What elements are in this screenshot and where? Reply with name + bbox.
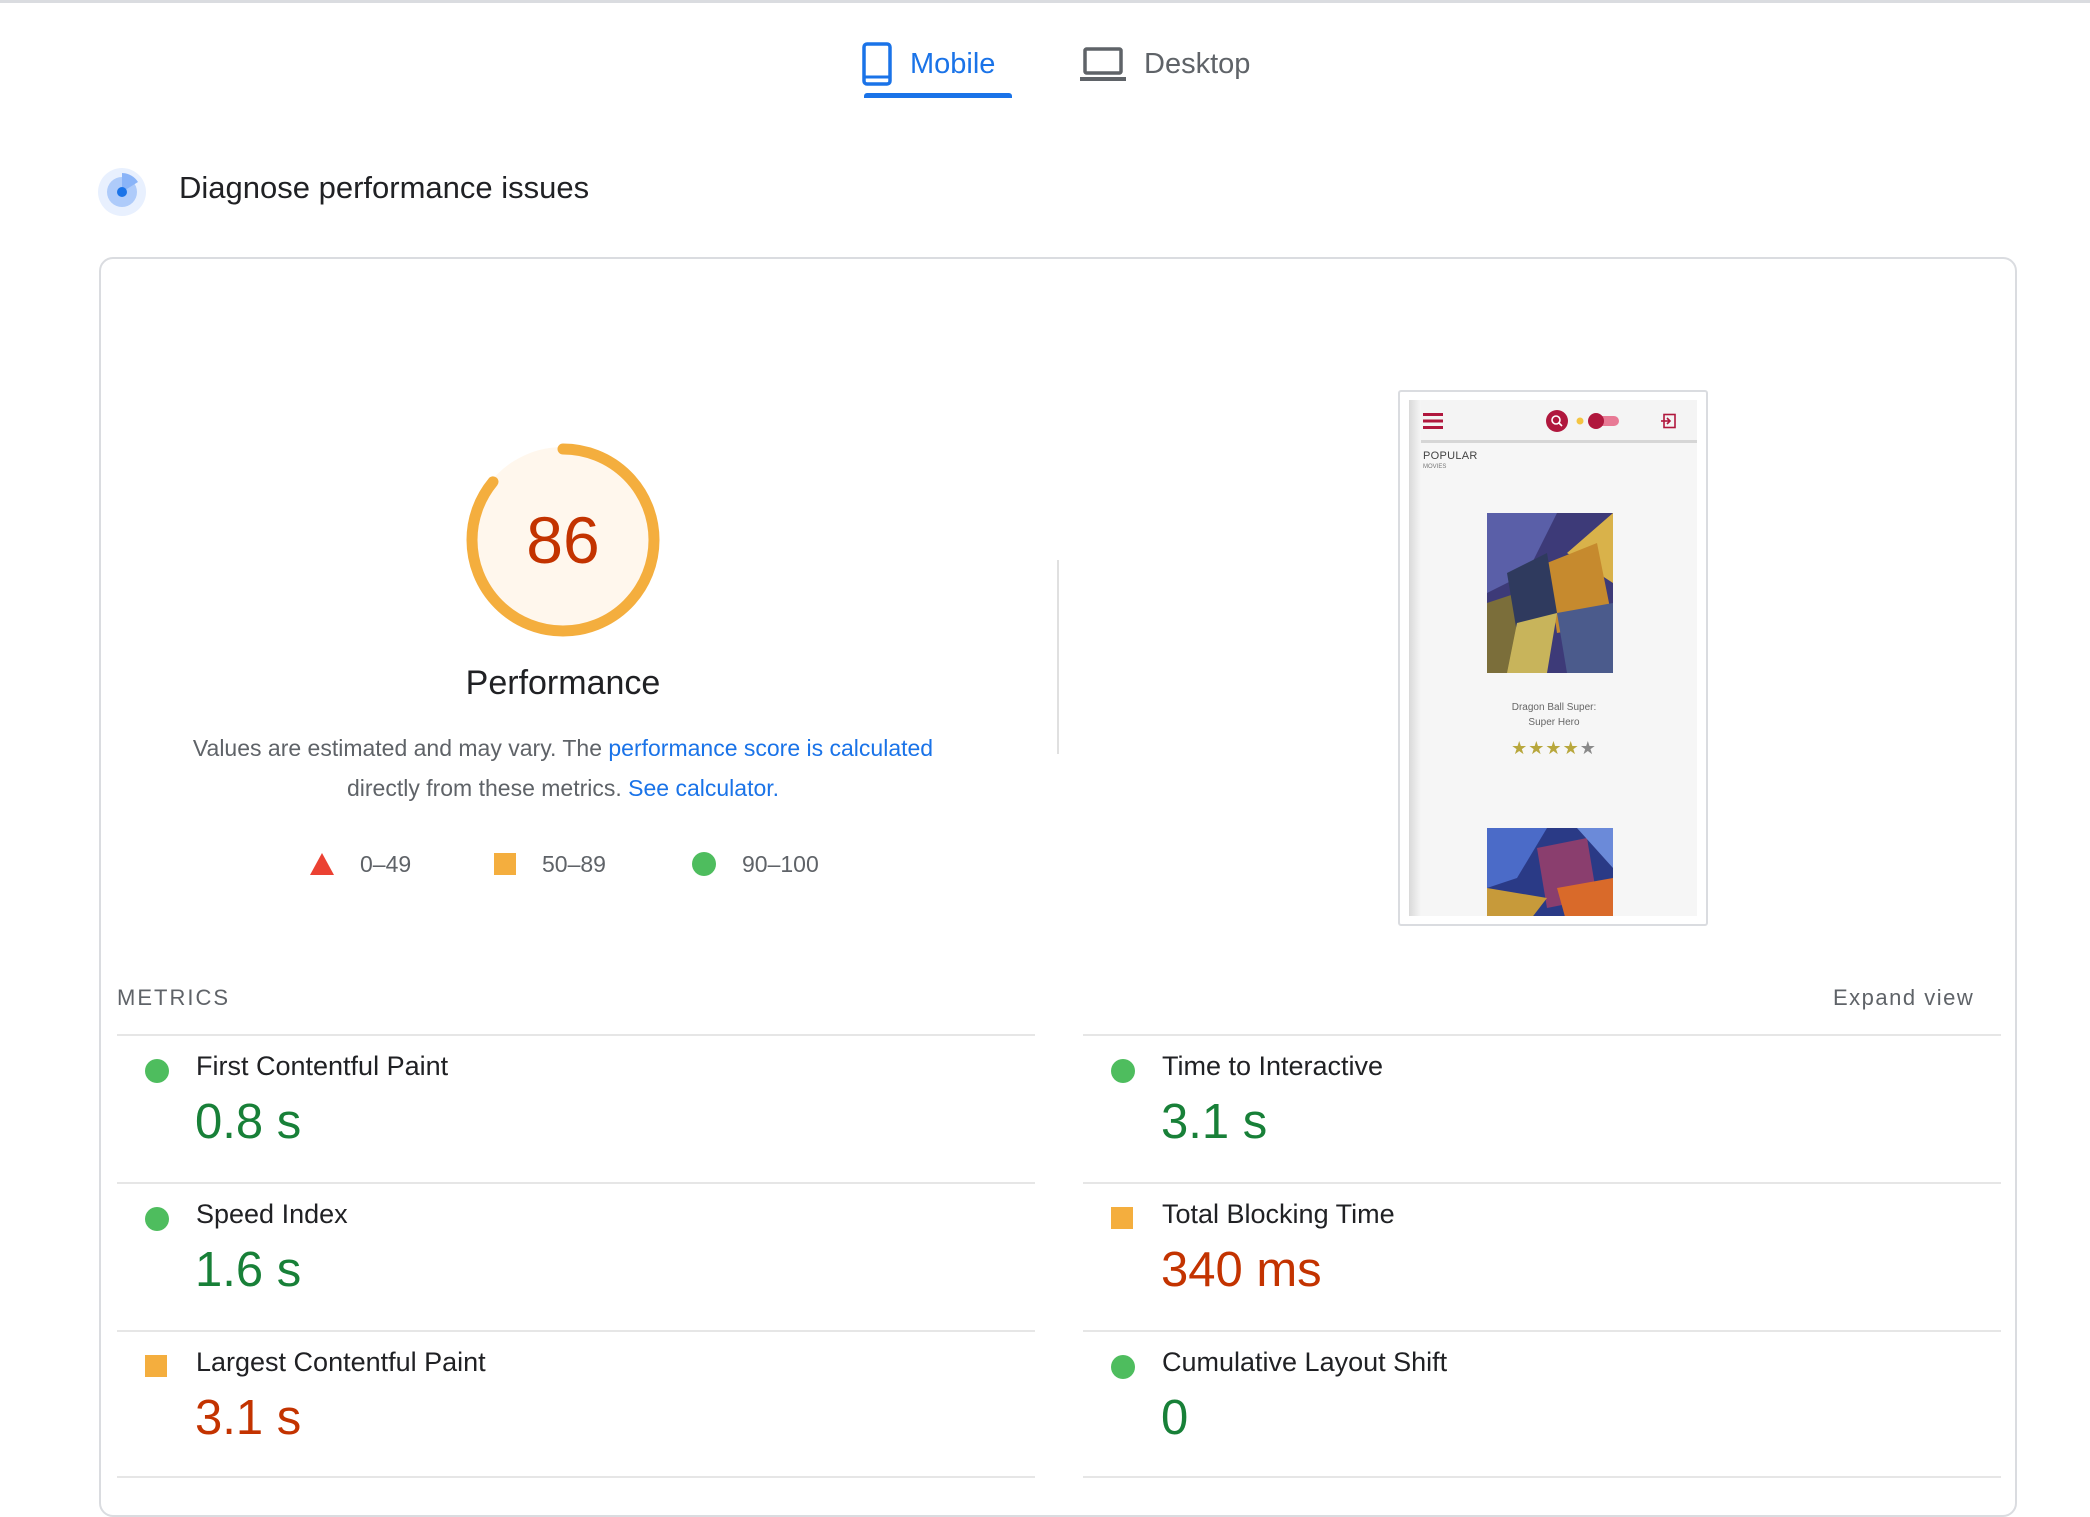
metric-title: Largest Contentful Paint: [196, 1347, 486, 1377]
movie-poster-2: [1487, 828, 1613, 916]
metric-value: 340 ms: [1161, 1243, 1322, 1297]
performance-score-link[interactable]: performance score is calculated: [608, 735, 933, 761]
circle-icon: [692, 852, 716, 876]
expand-view-button[interactable]: Expand view: [1833, 985, 1974, 1011]
pass-circle-icon: [1111, 1355, 1135, 1379]
screenshot-heading: POPULAR: [1423, 450, 1478, 462]
performance-description: Values are estimated and may vary. The p…: [153, 728, 973, 808]
legend-pass: 90–100: [692, 846, 819, 882]
star-icon: ★: [1528, 738, 1546, 758]
sun-icon: [1576, 417, 1584, 425]
screenshot-edge-shadow: [1409, 400, 1421, 916]
metric-value: 3.1 s: [1161, 1095, 1268, 1149]
movie-poster: [1487, 513, 1613, 673]
metrics-label: METRICS: [117, 985, 230, 1010]
section-title: Diagnose performance issues: [179, 170, 590, 205]
laptop-icon: [1080, 47, 1126, 81]
star-icon: ★: [1579, 738, 1597, 758]
movie-title-line2: Super Hero: [1528, 717, 1580, 728]
tab-mobile[interactable]: Mobile: [862, 28, 995, 100]
star-icon: ★: [1545, 738, 1563, 758]
metrics-divider: [117, 1476, 1035, 1478]
pass-circle-icon: [1111, 1059, 1135, 1083]
performance-score: 86: [526, 503, 600, 577]
screenshot-page: POPULAR MOVIES Dragon Ball Super: Super H…: [1409, 400, 1697, 916]
desc-prefix: Values are estimated and may vary. The: [192, 735, 609, 761]
moon-icon: [1629, 415, 1634, 425]
square-icon: [494, 853, 516, 875]
top-divider: [0, 0, 2090, 3]
final-screenshot[interactable]: POPULAR MOVIES Dragon Ball Super: Super H…: [1398, 390, 1708, 926]
login-icon: [1661, 413, 1676, 429]
triangle-icon: [310, 853, 334, 875]
metric-total-blocking-time: Total Blocking Time 340 ms: [1083, 1184, 1983, 1332]
tab-desktop[interactable]: Desktop: [1080, 28, 1250, 100]
search-icon: [1546, 410, 1568, 432]
legend-average-label: 50–89: [542, 850, 606, 877]
legend-pass-label: 90–100: [742, 850, 819, 877]
metric-value: 1.6 s: [195, 1243, 302, 1297]
movie-rating: ★★★★★: [1449, 738, 1659, 759]
star-icon: ★: [1562, 738, 1580, 758]
metric-time-to-interactive: Time to Interactive 3.1 s: [1083, 1036, 1983, 1184]
vertical-divider: [1057, 560, 1059, 754]
metric-value: 0.8 s: [195, 1095, 302, 1149]
metrics-divider: [1083, 1476, 2001, 1478]
metric-title: First Contentful Paint: [196, 1051, 449, 1081]
average-square-icon: [145, 1355, 167, 1377]
star-icon: ★: [1511, 738, 1529, 758]
diagnose-radar-icon: [98, 168, 146, 216]
pass-circle-icon: [145, 1207, 169, 1231]
active-tab-indicator: [864, 93, 1012, 98]
performance-title: Performance: [465, 664, 661, 702]
screenshot-subheading: MOVIES: [1423, 464, 1447, 470]
hamburger-menu-icon: [1423, 413, 1443, 429]
screenshot-header: [1409, 400, 1697, 443]
smartphone-icon: [862, 42, 892, 86]
movie-title-line1: Dragon Ball Super:: [1511, 702, 1597, 713]
metric-value: 0: [1161, 1391, 1189, 1445]
theme-toggle-icon: [1588, 413, 1619, 429]
metric-title: Speed Index: [196, 1199, 348, 1229]
tab-desktop-label: Desktop: [1144, 47, 1251, 80]
legend-average: 50–89: [494, 846, 606, 882]
movie-title: Dragon Ball Super: Super Hero: [1449, 700, 1659, 730]
metric-first-contentful-paint: First Contentful Paint 0.8 s: [117, 1036, 1017, 1184]
metric-title: Total Blocking Time: [1162, 1199, 1395, 1229]
metric-value: 3.1 s: [195, 1391, 302, 1445]
legend-fail: 0–49: [310, 846, 411, 882]
metric-title: Cumulative Layout Shift: [1162, 1347, 1448, 1377]
pass-circle-icon: [145, 1059, 169, 1083]
tab-mobile-label: Mobile: [910, 47, 996, 80]
desc-middle: directly from these metrics.: [346, 775, 629, 801]
metric-cumulative-layout-shift: Cumulative Layout Shift 0: [1083, 1332, 1983, 1480]
see-calculator-link[interactable]: See calculator.: [628, 775, 779, 801]
average-square-icon: [1111, 1207, 1133, 1229]
metric-title: Time to Interactive: [1162, 1051, 1384, 1081]
metric-speed-index: Speed Index 1.6 s: [117, 1184, 1017, 1332]
metric-largest-contentful-paint: Largest Contentful Paint 3.1 s: [117, 1332, 1017, 1480]
legend-fail-label: 0–49: [360, 850, 412, 877]
